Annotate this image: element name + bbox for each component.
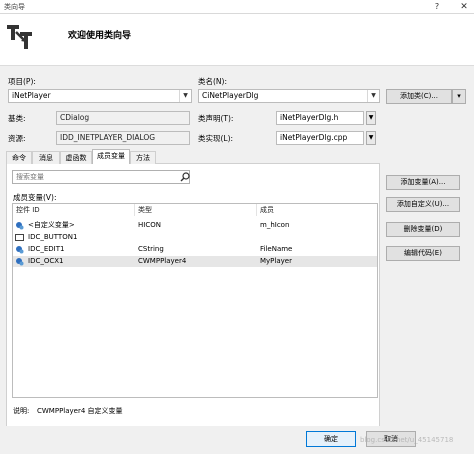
tab-virtual-functions[interactable]: 虚函数 xyxy=(60,151,92,164)
add-class-button[interactable]: 添加类(C)... xyxy=(386,89,452,104)
window-title: 类向导 xyxy=(4,3,25,11)
row-type: CWMPPlayer4 xyxy=(138,257,187,265)
close-button[interactable]: ✕ xyxy=(454,0,474,14)
column-header-member[interactable]: 成员 xyxy=(260,205,274,216)
column-header-control-id[interactable]: 控件 ID xyxy=(16,205,40,216)
row-control-id: <自定义变量> xyxy=(28,221,75,229)
classname-value: CiNetPlayerDlg xyxy=(202,91,259,100)
list-row-custom-variable[interactable]: <自定义变量> HICON m_hIcon xyxy=(13,220,377,231)
watermark: blog.csdn.net/u_45145718 xyxy=(360,436,454,444)
row-control-id: IDC_EDIT1 xyxy=(28,245,65,253)
class-impl-field[interactable]: iNetPlayerDlg.cpp xyxy=(276,131,364,145)
resource-label: 资源: xyxy=(8,134,26,143)
column-separator xyxy=(134,204,135,216)
add-variable-button[interactable]: 添加变量(A)... xyxy=(386,175,460,190)
add-class-dropdown-button[interactable]: ▾ xyxy=(452,89,466,104)
chevron-down-icon: ▼ xyxy=(367,90,379,102)
row-type: CString xyxy=(138,245,164,253)
search-input[interactable]: 搜索变量 xyxy=(12,170,190,184)
ok-button[interactable]: 确定 xyxy=(306,431,356,447)
tab-commands[interactable]: 命令 xyxy=(6,151,32,164)
members-label: 成员变量(V): xyxy=(13,193,57,202)
column-separator xyxy=(256,204,257,216)
column-header-type[interactable]: 类型 xyxy=(138,205,152,216)
list-row-ocx1[interactable]: IDC_OCX1 CWMPPlayer4 MyPlayer xyxy=(13,256,377,267)
description-label: 说明: xyxy=(13,407,30,415)
tab-methods[interactable]: 方法 xyxy=(130,151,156,164)
classname-select[interactable]: CiNetPlayerDlg ▼ xyxy=(198,89,380,103)
chevron-down-icon: ▼ xyxy=(179,90,191,102)
project-label: 项目(P): xyxy=(8,77,36,86)
row-member: m_hIcon xyxy=(260,221,290,229)
project-select[interactable]: iNetPlayer ▼ xyxy=(8,89,192,103)
variable-icon xyxy=(16,258,24,266)
class-decl-dropdown-button[interactable]: ▼ xyxy=(366,111,376,125)
row-type: HICON xyxy=(138,221,161,229)
row-member: MyPlayer xyxy=(260,257,292,265)
description-value: CWMPPlayer4 自定义变量 xyxy=(37,407,123,415)
variable-icon xyxy=(16,246,24,254)
class-impl-dropdown-button[interactable]: ▼ xyxy=(366,131,376,145)
header-title: 欢迎使用类向导 xyxy=(68,31,132,41)
class-impl-label: 类实现(L): xyxy=(198,134,234,143)
baseclass-label: 基类: xyxy=(8,114,26,123)
title-bar xyxy=(0,0,474,14)
class-decl-label: 类声明(T): xyxy=(198,114,234,123)
edit-code-button[interactable]: 编辑代码(E) xyxy=(386,246,460,261)
classname-label: 类名(N): xyxy=(198,77,227,86)
resource-field: IDD_INETPLAYER_DIALOG xyxy=(56,131,190,145)
button-control-icon xyxy=(15,234,24,241)
tab-member-variables[interactable]: 成员变量 xyxy=(92,149,130,164)
delete-variable-button[interactable]: 删除变量(D) xyxy=(386,222,460,237)
list-row-button1[interactable]: IDC_BUTTON1 xyxy=(13,232,377,243)
row-control-id: IDC_BUTTON1 xyxy=(28,233,78,241)
add-custom-button[interactable]: 添加自定义(U)... xyxy=(386,197,460,212)
baseclass-field: CDialog xyxy=(56,111,190,125)
class-decl-field[interactable]: iNetPlayerDlg.h xyxy=(276,111,364,125)
list-row-edit1[interactable]: IDC_EDIT1 CString FileName xyxy=(13,244,377,255)
row-control-id: IDC_OCX1 xyxy=(28,257,64,265)
search-icon xyxy=(180,172,190,182)
custom-variable-icon xyxy=(16,222,24,230)
row-member: FileName xyxy=(260,245,293,253)
project-value: iNetPlayer xyxy=(12,91,51,100)
class-wizard-logo-icon xyxy=(7,25,32,49)
help-button[interactable]: ? xyxy=(430,0,444,14)
tab-messages[interactable]: 消息 xyxy=(32,151,60,164)
